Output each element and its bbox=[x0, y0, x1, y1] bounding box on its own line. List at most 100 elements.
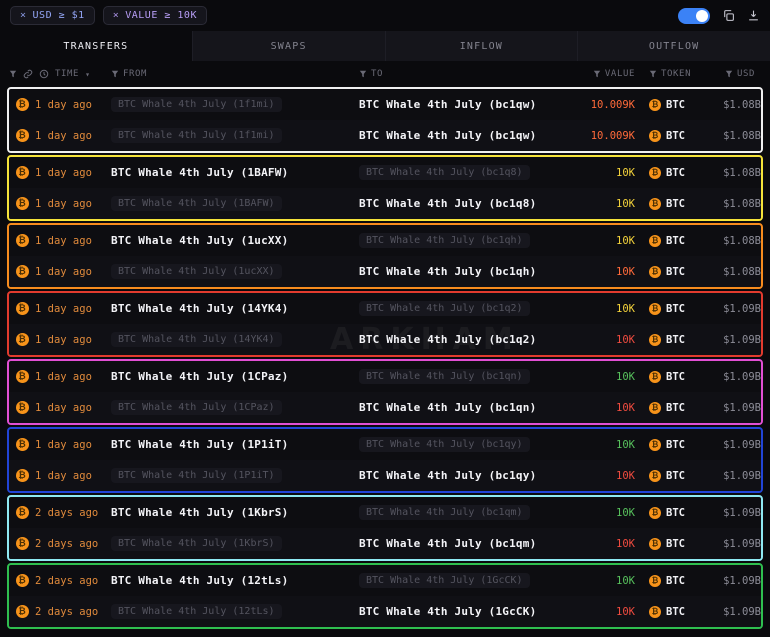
time-column-header[interactable]: TIME ▾ bbox=[9, 69, 111, 79]
row-from-entity[interactable]: BTC Whale 4th July (1KbrS) bbox=[111, 536, 282, 551]
row-from-entity[interactable]: BTC Whale 4th July (1BAFW) bbox=[111, 166, 288, 179]
table-row[interactable]: ₿ 1 day ago BTC Whale 4th July (1ucXX) B… bbox=[9, 256, 761, 287]
row-from-entity[interactable]: BTC Whale 4th July (1P1iT) bbox=[111, 468, 282, 483]
usd-column-header[interactable]: USD bbox=[699, 69, 761, 79]
row-from-entity[interactable]: BTC Whale 4th July (1CPaz) bbox=[111, 400, 282, 415]
filter-icon bbox=[359, 70, 367, 78]
row-from-entity[interactable]: BTC Whale 4th July (1KbrS) bbox=[111, 506, 288, 519]
row-usd: $1.08B bbox=[699, 130, 761, 142]
value-column-header[interactable]: VALUE bbox=[569, 69, 641, 79]
row-token-symbol: BTC bbox=[666, 303, 685, 315]
row-to-entity[interactable]: BTC Whale 4th July (bc1q8) bbox=[359, 197, 536, 210]
row-token-symbol: BTC bbox=[666, 235, 685, 247]
btc-token-icon: ₿ bbox=[649, 167, 661, 179]
row-from-entity[interactable]: BTC Whale 4th July (14YK4) bbox=[111, 332, 282, 347]
btc-coin-icon: ₿ bbox=[16, 574, 29, 587]
btc-token-icon: ₿ bbox=[649, 507, 661, 519]
filter-pill-value[interactable]: × VALUE ≥ 10K bbox=[103, 6, 207, 25]
row-token-symbol: BTC bbox=[666, 198, 685, 210]
row-token: ₿ BTC bbox=[641, 167, 699, 179]
row-from-entity[interactable]: BTC Whale 4th July (1f1mi) bbox=[111, 128, 282, 143]
row-to-entity[interactable]: BTC Whale 4th July (bc1q2) bbox=[359, 333, 536, 346]
transfer-group: ₿ 1 day ago BTC Whale 4th July (1BAFW) B… bbox=[7, 155, 763, 221]
row-value: 10K bbox=[569, 439, 641, 451]
tab-bar: TRANSFERS SWAPS INFLOW OUTFLOW bbox=[0, 31, 770, 61]
row-to-entity[interactable]: BTC Whale 4th July (bc1qh) bbox=[359, 265, 536, 278]
row-to-entity[interactable]: BTC Whale 4th July (bc1q2) bbox=[359, 301, 530, 316]
row-from-entity[interactable]: BTC Whale 4th July (1BAFW) bbox=[111, 196, 282, 211]
row-to-entity[interactable]: BTC Whale 4th July (bc1qn) bbox=[359, 369, 530, 384]
row-value: 10K bbox=[569, 167, 641, 179]
table-row[interactable]: ₿ 1 day ago BTC Whale 4th July (1ucXX) B… bbox=[9, 225, 761, 256]
table-row[interactable]: ₿ 1 day ago BTC Whale 4th July (14YK4) B… bbox=[9, 324, 761, 355]
close-icon[interactable]: × bbox=[113, 10, 120, 21]
table-row[interactable]: ₿ 1 day ago BTC Whale 4th July (1P1iT) B… bbox=[9, 460, 761, 491]
row-token-symbol: BTC bbox=[666, 507, 685, 519]
row-token-symbol: BTC bbox=[666, 371, 685, 383]
row-from-entity[interactable]: BTC Whale 4th July (1f1mi) bbox=[111, 97, 282, 112]
row-from-entity[interactable]: BTC Whale 4th July (14YK4) bbox=[111, 302, 288, 315]
tab-outflow[interactable]: OUTFLOW bbox=[578, 31, 770, 61]
row-token-symbol: BTC bbox=[666, 266, 685, 278]
tab-swaps[interactable]: SWAPS bbox=[193, 31, 386, 61]
btc-token-icon: ₿ bbox=[649, 130, 661, 142]
row-time: 1 day ago bbox=[35, 439, 111, 451]
row-to-entity[interactable]: BTC Whale 4th July (bc1qw) bbox=[359, 129, 536, 142]
btc-coin-icon: ₿ bbox=[16, 438, 29, 451]
from-column-header[interactable]: FROM bbox=[111, 69, 359, 79]
row-from-entity[interactable]: BTC Whale 4th July (12tLs) bbox=[111, 574, 288, 587]
transfer-group: ₿ 1 day ago BTC Whale 4th July (1f1mi) B… bbox=[7, 87, 763, 153]
token-column-header[interactable]: TOKEN bbox=[641, 69, 699, 79]
table-row[interactable]: ₿ 1 day ago BTC Whale 4th July (1BAFW) B… bbox=[9, 157, 761, 188]
row-time: 1 day ago bbox=[35, 130, 111, 142]
table-row[interactable]: ₿ 1 day ago BTC Whale 4th July (1P1iT) B… bbox=[9, 429, 761, 460]
row-from-entity[interactable]: BTC Whale 4th July (1ucXX) bbox=[111, 264, 282, 279]
table-row[interactable]: ₿ 1 day ago BTC Whale 4th July (14YK4) B… bbox=[9, 293, 761, 324]
row-usd: $1.08B bbox=[699, 198, 761, 210]
table-row[interactable]: ₿ 2 days ago BTC Whale 4th July (12tLs) … bbox=[9, 596, 761, 627]
btc-coin-icon: ₿ bbox=[16, 605, 29, 618]
row-to-entity[interactable]: BTC Whale 4th July (1GcCK) bbox=[359, 605, 536, 618]
table-row[interactable]: ₿ 1 day ago BTC Whale 4th July (1CPaz) B… bbox=[9, 392, 761, 423]
tab-inflow[interactable]: INFLOW bbox=[386, 31, 579, 61]
btc-coin-icon: ₿ bbox=[16, 469, 29, 482]
table-row[interactable]: ₿ 2 days ago BTC Whale 4th July (1KbrS) … bbox=[9, 528, 761, 559]
row-to-entity[interactable]: BTC Whale 4th July (bc1qy) bbox=[359, 437, 530, 452]
row-from-entity[interactable]: BTC Whale 4th July (1P1iT) bbox=[111, 438, 288, 451]
row-time: 1 day ago bbox=[35, 235, 111, 247]
tab-transfers[interactable]: TRANSFERS bbox=[0, 31, 193, 61]
row-to-entity[interactable]: BTC Whale 4th July (bc1qn) bbox=[359, 401, 536, 414]
row-to-entity[interactable]: BTC Whale 4th July (bc1q8) bbox=[359, 165, 530, 180]
row-usd: $1.09B bbox=[699, 538, 761, 550]
row-to-entity[interactable]: BTC Whale 4th July (1GcCK) bbox=[359, 573, 530, 588]
row-token: ₿ BTC bbox=[641, 130, 699, 142]
table-row[interactable]: ₿ 1 day ago BTC Whale 4th July (1BAFW) B… bbox=[9, 188, 761, 219]
table-row[interactable]: ₿ 2 days ago BTC Whale 4th July (1KbrS) … bbox=[9, 497, 761, 528]
row-token: ₿ BTC bbox=[641, 334, 699, 346]
to-column-header[interactable]: TO bbox=[359, 69, 569, 79]
close-icon[interactable]: × bbox=[20, 10, 27, 21]
row-token: ₿ BTC bbox=[641, 606, 699, 618]
row-to-entity[interactable]: BTC Whale 4th July (bc1qm) bbox=[359, 537, 536, 550]
btc-coin-icon: ₿ bbox=[16, 98, 29, 111]
row-token: ₿ BTC bbox=[641, 303, 699, 315]
row-to-entity[interactable]: BTC Whale 4th July (bc1qm) bbox=[359, 505, 530, 520]
row-from-entity[interactable]: BTC Whale 4th July (1CPaz) bbox=[111, 370, 288, 383]
row-from-entity[interactable]: BTC Whale 4th July (12tLs) bbox=[111, 604, 282, 619]
copy-icon[interactable] bbox=[722, 9, 735, 22]
row-time: 1 day ago bbox=[35, 266, 111, 278]
row-to-entity[interactable]: BTC Whale 4th July (bc1qy) bbox=[359, 469, 536, 482]
row-token-symbol: BTC bbox=[666, 130, 685, 142]
live-toggle[interactable] bbox=[678, 8, 710, 24]
table-row[interactable]: ₿ 1 day ago BTC Whale 4th July (1f1mi) B… bbox=[9, 120, 761, 151]
row-to-entity[interactable]: BTC Whale 4th July (bc1qh) bbox=[359, 233, 530, 248]
filter-pill-usd[interactable]: × USD ≥ $1 bbox=[10, 6, 95, 25]
row-from-entity[interactable]: BTC Whale 4th July (1ucXX) bbox=[111, 234, 288, 247]
table-row[interactable]: ₿ 1 day ago BTC Whale 4th July (1CPaz) B… bbox=[9, 361, 761, 392]
row-time: 1 day ago bbox=[35, 99, 111, 111]
row-usd: $1.09B bbox=[699, 439, 761, 451]
download-icon[interactable] bbox=[747, 9, 760, 22]
row-to-entity[interactable]: BTC Whale 4th July (bc1qw) bbox=[359, 98, 536, 111]
table-row[interactable]: ₿ 2 days ago BTC Whale 4th July (12tLs) … bbox=[9, 565, 761, 596]
table-row[interactable]: ₿ 1 day ago BTC Whale 4th July (1f1mi) B… bbox=[9, 89, 761, 120]
